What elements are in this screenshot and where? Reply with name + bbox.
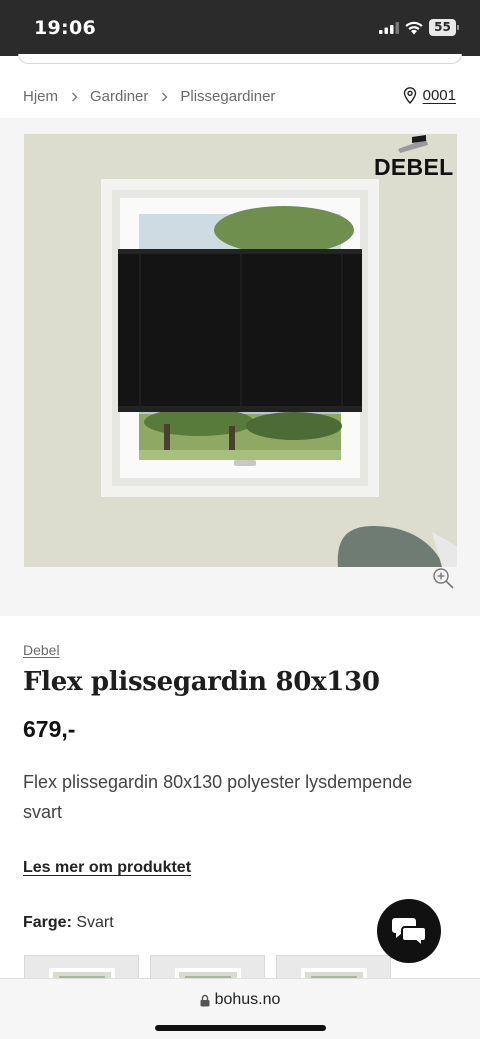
product-gallery[interactable]: DEBEL (0, 118, 480, 616)
url-field[interactable]: bohus.no (0, 991, 480, 1009)
status-bar: 19:06 55 (0, 0, 480, 56)
color-selection: Farge: Svart (23, 914, 114, 932)
battery-level: 55 (429, 19, 456, 36)
zoom-in-icon[interactable] (431, 566, 455, 590)
brand-logo: DEBEL (374, 135, 457, 181)
home-indicator (155, 1025, 326, 1031)
signal-icon (379, 22, 399, 34)
product-title: Flex plissegardin 80x130 (23, 667, 380, 697)
brand-link[interactable]: Debel (23, 642, 60, 658)
logo-mark-icon (398, 135, 428, 153)
breadcrumb-gardiner[interactable]: Gardiner (90, 88, 148, 105)
store-selector[interactable]: 0001 (403, 87, 456, 104)
battery-icon: 55 (429, 19, 460, 36)
chevron-right-icon (72, 92, 78, 101)
store-code[interactable]: 0001 (423, 87, 456, 104)
breadcrumb: Hjem Gardiner Plissegardiner (23, 88, 275, 105)
read-more-link[interactable]: Les mer om produktet (23, 859, 191, 877)
product-description: Flex plissegardin 80x130 polyester lysde… (23, 772, 413, 822)
url-text: bohus.no (214, 991, 281, 1008)
location-pin-icon (403, 87, 416, 104)
lock-icon (200, 994, 210, 1006)
battery-tip (457, 25, 459, 30)
color-value: Svart (76, 914, 114, 931)
chat-bubbles-icon (392, 918, 427, 947)
product-image[interactable] (24, 134, 457, 567)
chevron-right-icon (162, 92, 168, 101)
browser-url-bar[interactable]: bohus.no (0, 978, 480, 1039)
wifi-icon (405, 21, 423, 35)
breadcrumb-home[interactable]: Hjem (23, 88, 58, 105)
product-price: 679,- (23, 716, 76, 742)
status-time: 19:06 (34, 17, 96, 39)
logo-text: DEBEL (374, 154, 454, 180)
chat-button[interactable] (377, 899, 441, 963)
breadcrumb-plissegardiner[interactable]: Plissegardiner (180, 88, 275, 105)
browser-sheet-edge (18, 54, 462, 64)
color-label: Farge: (23, 914, 72, 931)
